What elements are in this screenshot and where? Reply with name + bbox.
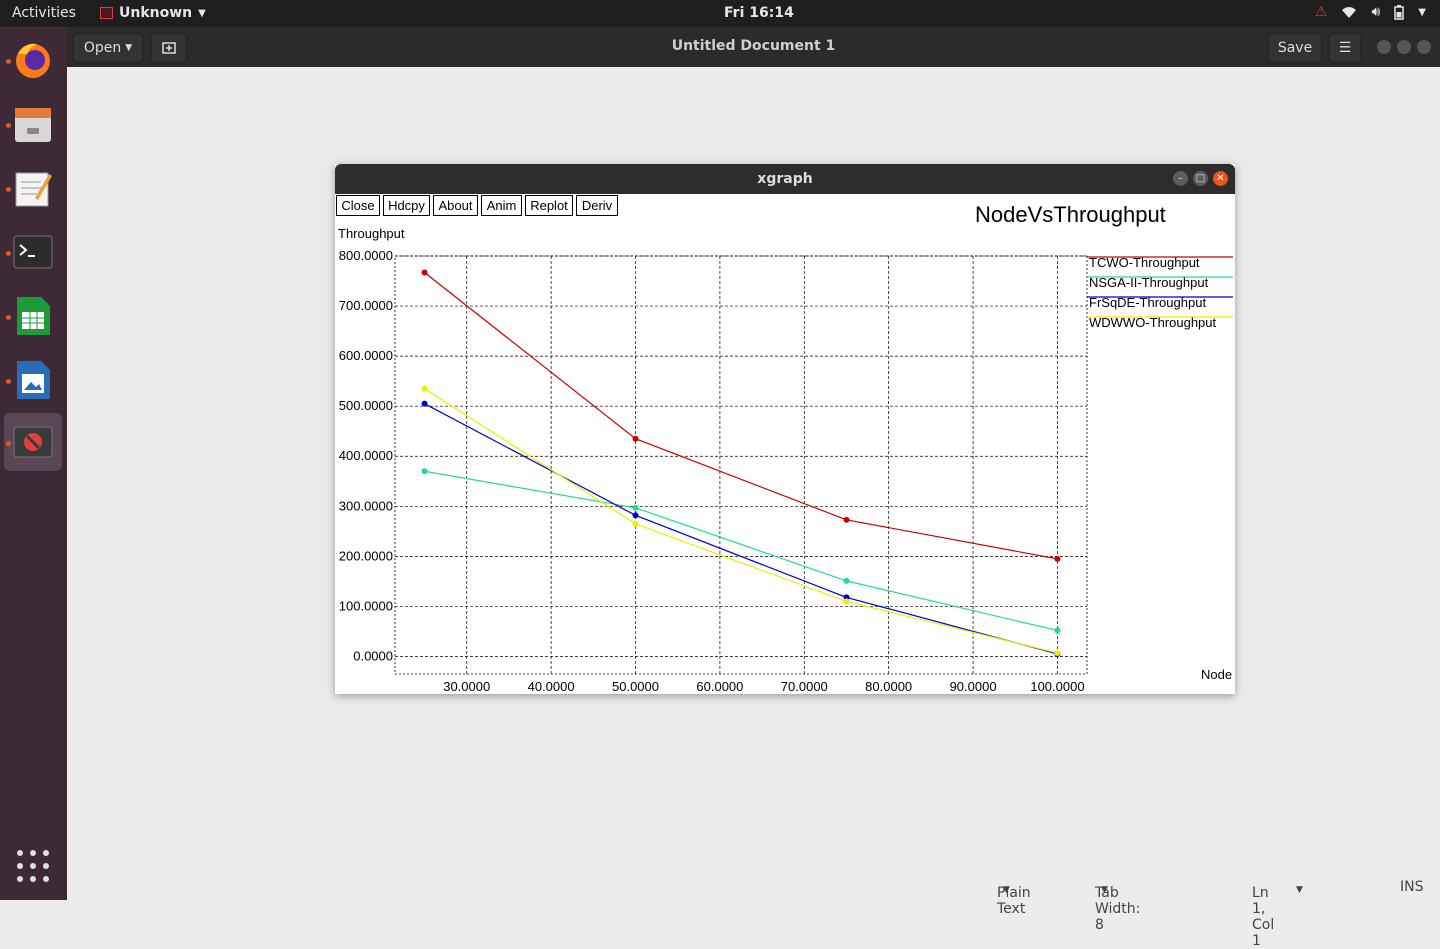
xgraph-maximize-button[interactable]: □ [1193, 171, 1208, 186]
plot-frame [394, 255, 1088, 675]
system-menu-chevron-icon[interactable]: ▼ [1418, 7, 1426, 18]
y-tick-label: 700.0000 [339, 298, 393, 313]
data-point [421, 385, 428, 392]
warning-icon[interactable]: ⚠ [1315, 4, 1328, 20]
x-tick-label: 40.0000 [528, 679, 575, 694]
file-manager-icon [15, 108, 51, 142]
y-tick-label: 0.0000 [353, 648, 393, 663]
document-title: Untitled Document 1 [671, 38, 836, 54]
xgraph-window: xgraph – □ ✕ Close Hdcpy About Anim Repl… [335, 164, 1235, 694]
x-tick-label: 50.0000 [612, 679, 659, 694]
dock-files[interactable] [4, 95, 62, 153]
data-point [843, 577, 850, 584]
save-button[interactable]: Save [1268, 33, 1322, 63]
xgraph-titlebar[interactable]: xgraph – □ ✕ [335, 164, 1235, 194]
legend-entry: NSGA-II-Throughput [1089, 275, 1209, 290]
chevron-down-icon: ▼ [1003, 885, 1010, 895]
x-tick-label: 70.0000 [781, 679, 828, 694]
dock [0, 27, 67, 900]
chevron-down-icon: ▼ [198, 7, 206, 19]
minimize-button[interactable] [1377, 40, 1391, 54]
insert-mode: INS [1400, 879, 1424, 895]
dock-writer[interactable] [4, 351, 62, 409]
data-point [632, 435, 639, 442]
x-tick-label: 60.0000 [696, 679, 743, 694]
data-point [1054, 627, 1061, 634]
running-indicator [6, 315, 11, 320]
dock-firefox[interactable] [4, 31, 62, 89]
x-tick-label: 100.0000 [1030, 679, 1084, 694]
data-point [632, 512, 639, 519]
data-point [421, 269, 428, 276]
running-indicator [6, 187, 11, 192]
running-indicator [6, 441, 11, 446]
plot-canvas: NodeVsThroughput Throughput Node 0.0000 1… [338, 202, 1233, 694]
legend-entry: WDWWO-Throughput [1089, 315, 1217, 330]
show-applications-icon[interactable] [17, 850, 49, 882]
running-indicator [6, 123, 11, 128]
chevron-down-icon: ▼ [1296, 885, 1303, 895]
chart-title: NodeVsThroughput [975, 202, 1166, 227]
generic-app-icon [13, 426, 53, 458]
cursor-position-label: Ln 1, Col 1 [1252, 885, 1275, 949]
y-tick-label: 800.0000 [339, 248, 393, 263]
hamburger-menu-button[interactable]: ☰ [1329, 33, 1361, 63]
data-point [843, 516, 850, 523]
status-bar: Plain Text ▼ Tab Width: 8 ▼ Ln 1, Col 1 … [67, 873, 1440, 949]
system-tray[interactable]: ⚠ 🔊︎ ▼ [1315, 4, 1426, 20]
y-tick-label: 300.0000 [339, 498, 393, 513]
dock-text-editor[interactable] [4, 159, 62, 217]
xgraph-window-title: xgraph [757, 171, 813, 187]
menu-icon: ☰ [1338, 40, 1352, 56]
running-indicator [6, 59, 11, 64]
y-tick-label: 200.0000 [339, 548, 393, 563]
chevron-down-icon: ▼ [1101, 885, 1108, 895]
data-point [1054, 555, 1061, 562]
volume-icon[interactable]: 🔊︎ [1371, 4, 1380, 20]
running-indicator [6, 379, 11, 384]
app-menu-icon [100, 7, 113, 19]
clock[interactable]: Fri 16:14 [724, 5, 794, 21]
wifi-icon[interactable] [1341, 5, 1357, 19]
legend-entry: FrSqDE-Throughput [1089, 295, 1206, 310]
series-line [424, 403, 1058, 655]
spreadsheet-icon [17, 297, 50, 335]
xgraph-close-button[interactable]: ✕ [1213, 171, 1228, 186]
maximize-button[interactable] [1397, 40, 1411, 54]
series-line [424, 388, 1058, 654]
y-tick-label: 600.0000 [339, 348, 393, 363]
data-point [632, 504, 639, 511]
terminal-icon [13, 235, 53, 269]
data-point [632, 520, 639, 527]
data-point [421, 468, 428, 475]
text-editor-icon [15, 172, 52, 207]
xgraph-minimize-button[interactable]: – [1173, 171, 1188, 186]
battery-icon[interactable] [1394, 4, 1405, 20]
dock-spreadsheet[interactable] [4, 287, 62, 345]
close-window-button[interactable] [1417, 40, 1431, 54]
app-menu-label: Unknown [119, 5, 193, 21]
y-tick-label: 100.0000 [339, 598, 393, 613]
legend-entry: TCWO-Throughput [1089, 255, 1200, 270]
y-axis-label: Throughput [338, 226, 405, 241]
firefox-icon [16, 43, 50, 78]
document-writer-icon [17, 361, 50, 399]
x-tick-label: 80.0000 [865, 679, 912, 694]
data-point [843, 598, 850, 605]
series-line [424, 272, 1058, 560]
data-point [1054, 649, 1061, 656]
gedit-headerbar: Open ▼ Untitled Document 1 Save ☰ [67, 27, 1440, 67]
x-axis-label: Node [1201, 667, 1232, 682]
running-indicator [6, 251, 11, 256]
app-menu[interactable]: Unknown ▼ [100, 5, 206, 21]
y-tick-label: 400.0000 [339, 448, 393, 463]
dock-xgraph[interactable] [4, 413, 62, 471]
x-tick-label: 30.0000 [443, 679, 490, 694]
activities-button[interactable]: Activities [12, 5, 76, 21]
dock-terminal[interactable] [4, 223, 62, 281]
y-tick-label: 500.0000 [339, 398, 393, 413]
x-tick-label: 90.0000 [950, 679, 997, 694]
top-bar: Activities Unknown ▼ Fri 16:14 ⚠ 🔊︎ ▼ [0, 0, 1440, 27]
data-point [421, 400, 428, 407]
